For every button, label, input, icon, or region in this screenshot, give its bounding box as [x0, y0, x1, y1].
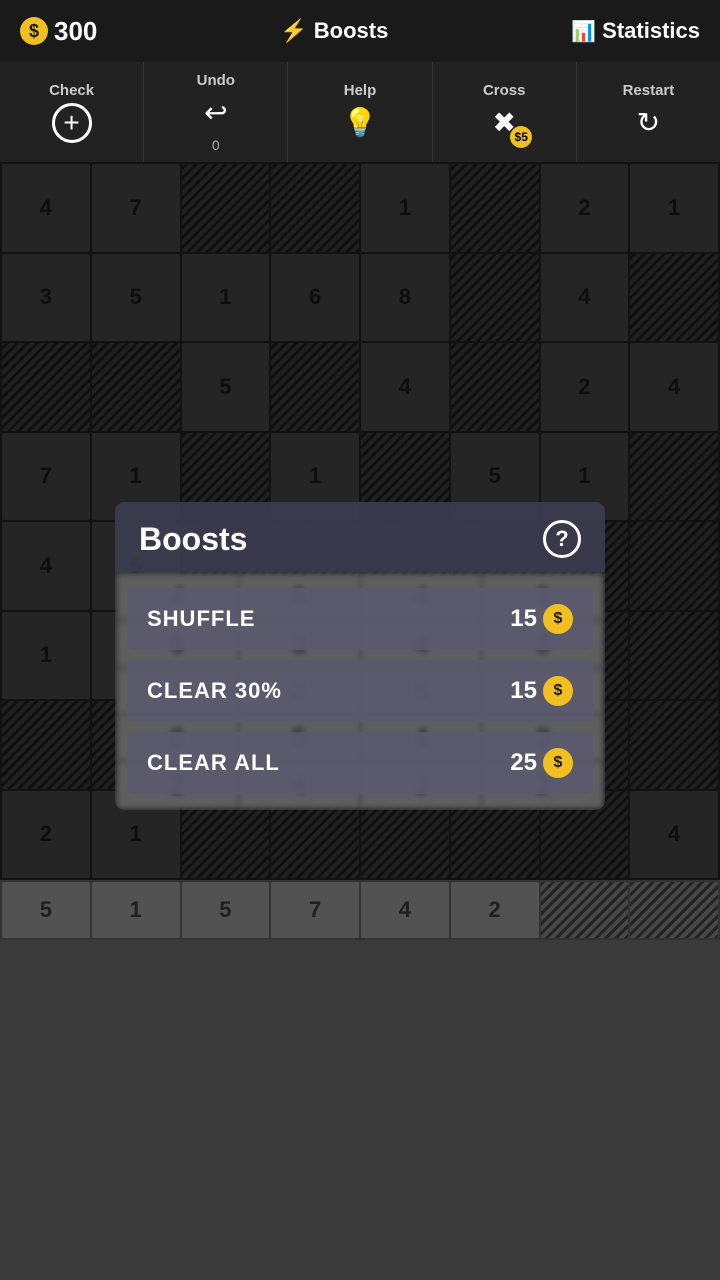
boosts-icon: ⚡ — [280, 18, 307, 44]
bottom-row-cell[interactable]: 4 — [361, 882, 449, 938]
modal-body: 4 6 4 3 6 3 4 3 3 2 5 4 0 5 4 3 2 — [115, 572, 605, 810]
stats-section[interactable]: 📊 Statistics — [571, 18, 700, 44]
bottom-row-cell[interactable]: 7 — [271, 882, 359, 938]
shuffle-price: 15 $ — [510, 604, 573, 634]
undo-icon: ↩ — [196, 93, 236, 133]
cross-button[interactable]: Cross ✖ $5 — [433, 62, 577, 162]
modal-overlay: Boosts ? 4 6 4 3 6 3 4 3 3 2 5 4 — [0, 162, 720, 880]
shuffle-label: SHUFFLE — [147, 606, 255, 632]
stats-label: Statistics — [602, 18, 700, 44]
coin-icon: $ — [20, 17, 48, 45]
check-button[interactable]: Check + — [0, 62, 144, 162]
top-bar: $ 300 ⚡ Boosts 📊 Statistics — [0, 0, 720, 62]
shuffle-coin-icon: $ — [543, 604, 573, 634]
bottom-row-cell[interactable]: 5 — [2, 882, 90, 938]
shuffle-price-num: 15 — [510, 605, 537, 633]
boost-buttons: SHUFFLE 15 $ CLEAR 30% 15 $ — [115, 572, 605, 810]
shuffle-button[interactable]: SHUFFLE 15 $ — [127, 588, 593, 650]
clear30-label: CLEAR 30% — [147, 678, 282, 704]
help-icon: 💡 — [340, 103, 380, 143]
stats-icon: 📊 — [571, 19, 596, 44]
score-value: 300 — [54, 16, 97, 47]
cross-icon: ✖ $5 — [484, 103, 524, 143]
clear-all-label: CLEAR ALL — [147, 750, 280, 776]
restart-label: Restart — [623, 82, 675, 99]
bottom-row-cell[interactable] — [541, 882, 629, 938]
clear30-button[interactable]: CLEAR 30% 15 $ — [127, 660, 593, 722]
cross-label: Cross — [483, 82, 526, 99]
action-bar: Check + Undo ↩ 0 Help 💡 Cross ✖ $5 Resta… — [0, 62, 720, 162]
bottom-row: 515742 — [0, 880, 720, 940]
bottom-row-cell[interactable]: 5 — [182, 882, 270, 938]
help-label: Help — [344, 82, 377, 99]
clear-all-button[interactable]: CLEAR ALL 25 $ — [127, 732, 593, 794]
game-area: 471213516845424711514513214 Boosts ? 4 6… — [0, 162, 720, 880]
bottom-row-cell[interactable] — [630, 882, 718, 938]
score-section: $ 300 — [20, 16, 97, 47]
restart-icon: ↻ — [628, 103, 668, 143]
boosts-section[interactable]: ⚡ Boosts — [280, 18, 388, 44]
clear30-price-num: 15 — [510, 677, 537, 705]
check-icon: + — [52, 103, 92, 143]
clear30-price: 15 $ — [510, 676, 573, 706]
modal-header: Boosts ? — [115, 502, 605, 572]
clear-all-price-num: 25 — [510, 749, 537, 777]
modal-title: Boosts — [139, 521, 247, 558]
undo-count: 0 — [212, 137, 220, 153]
cross-cost: $5 — [510, 126, 532, 148]
modal-help-button[interactable]: ? — [543, 520, 581, 558]
clear-all-coin-icon: $ — [543, 748, 573, 778]
undo-label: Undo — [197, 72, 235, 89]
bottom-row-cell[interactable]: 2 — [451, 882, 539, 938]
undo-button[interactable]: Undo ↩ 0 — [144, 62, 288, 162]
bottom-row-cell[interactable]: 1 — [92, 882, 180, 938]
restart-button[interactable]: Restart ↻ — [577, 62, 720, 162]
boosts-label: Boosts — [314, 18, 389, 44]
boosts-modal: Boosts ? 4 6 4 3 6 3 4 3 3 2 5 4 — [115, 502, 605, 810]
help-button[interactable]: Help 💡 — [288, 62, 432, 162]
check-label: Check — [49, 82, 94, 99]
clear-all-price: 25 $ — [510, 748, 573, 778]
clear30-coin-icon: $ — [543, 676, 573, 706]
